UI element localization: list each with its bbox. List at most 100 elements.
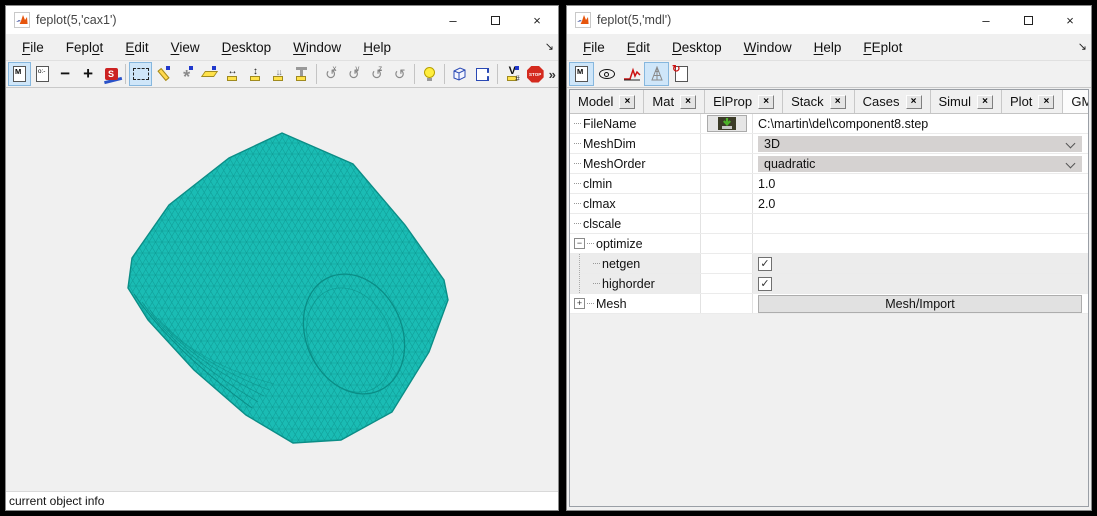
feplot-figure-window: feplot(5,'cax1') – × File Feplot Edit Vi… — [5, 5, 559, 511]
meshdim-dropdown[interactable]: 3D — [758, 136, 1082, 152]
status-bar: current object info — [6, 491, 558, 510]
refresh-model-button[interactable]: ↻ — [669, 62, 694, 86]
sdt-button[interactable]: S — [100, 62, 123, 86]
right-close-button[interactable]: × — [1049, 6, 1091, 34]
menu-view[interactable]: View — [163, 38, 208, 57]
tab-stack[interactable]: Stack× — [783, 90, 855, 113]
rotate-y-button[interactable]: y↺ — [342, 62, 365, 86]
response-plot-button[interactable] — [619, 62, 644, 86]
meshorder-dropdown[interactable]: quadratic — [758, 156, 1082, 172]
translate-vertical-button[interactable]: ↕ — [244, 62, 267, 86]
clmax-value[interactable]: 2.0 — [758, 197, 775, 211]
rotate-x-button[interactable]: x↺ — [320, 62, 343, 86]
close-tab-icon[interactable]: × — [619, 95, 635, 109]
lighting-button[interactable] — [418, 62, 441, 86]
select-region-button[interactable] — [129, 62, 152, 86]
tab-cases[interactable]: Cases× — [855, 90, 931, 113]
table-row-netgen: netgen ✓ — [570, 254, 1088, 274]
highorder-checkbox[interactable]: ✓ — [758, 277, 772, 291]
model-properties-button[interactable]: M — [8, 62, 31, 86]
tab-mat[interactable]: Mat× — [644, 90, 705, 113]
menu-help[interactable]: Help — [806, 38, 850, 57]
add-marker-button[interactable]: * — [175, 62, 198, 86]
properties-panel: Model× Mat× ElProp× Stack× Cases× Simul×… — [569, 89, 1089, 507]
right-maximize-button[interactable] — [1007, 6, 1049, 34]
expand-icon[interactable]: + — [574, 298, 585, 309]
orient-marker-button[interactable] — [198, 62, 221, 86]
object-info-button[interactable]: o:- — [31, 62, 54, 86]
close-tab-icon[interactable]: × — [977, 95, 993, 109]
collapse-icon[interactable]: − — [574, 238, 585, 249]
rotate-z-button[interactable]: z↺ — [365, 62, 388, 86]
clmin-value[interactable]: 1.0 — [758, 177, 775, 191]
import-file-icon — [718, 117, 736, 130]
tab-plot[interactable]: Plot× — [1002, 90, 1063, 113]
view-3d-button[interactable] — [448, 62, 471, 86]
right-minimize-button[interactable]: – — [965, 6, 1007, 34]
menu-window[interactable]: Window — [285, 38, 349, 57]
left-close-button[interactable]: × — [516, 6, 558, 34]
project-nodes-button[interactable]: ↓↓ — [267, 62, 290, 86]
left-toolbar: M o:- − + S * ↔ ↕ ↓↓ x↺ y↺ z↺ ↺ V# — [6, 60, 558, 88]
close-tab-icon[interactable]: × — [1038, 95, 1054, 109]
model-properties-button[interactable]: M — [569, 62, 594, 86]
menu-feplot[interactable]: Feplot — [58, 38, 112, 57]
dock-figure-icon[interactable]: ↘ — [545, 40, 554, 53]
menu-desktop[interactable]: Desktop — [214, 38, 280, 57]
left-maximize-button[interactable] — [474, 6, 516, 34]
mesh-view-button[interactable] — [644, 62, 669, 86]
zoom-in-button[interactable]: + — [77, 62, 100, 86]
close-tab-icon[interactable]: × — [758, 95, 774, 109]
property-label: optimize — [596, 237, 643, 251]
left-minimize-button[interactable]: – — [432, 6, 474, 34]
matlab-logo-icon — [575, 12, 591, 28]
menu-window[interactable]: Window — [736, 38, 800, 57]
property-label: clscale — [583, 217, 621, 231]
menu-feplot[interactable]: FEplot — [855, 38, 910, 57]
menu-file[interactable]: File — [575, 38, 613, 57]
translate-horizontal-button[interactable]: ↔ — [221, 62, 244, 86]
node-text-button[interactable]: V# — [501, 62, 524, 86]
browse-file-button[interactable] — [707, 115, 747, 132]
build-tool-button[interactable] — [290, 62, 313, 86]
stop-button[interactable]: STOP — [524, 62, 547, 86]
chevron-down-icon — [1066, 158, 1076, 168]
filename-value[interactable]: C:\martin\del\component8.step — [758, 117, 928, 131]
bulb-base — [427, 78, 432, 81]
left-title-bar[interactable]: feplot(5,'cax1') – × — [6, 6, 558, 34]
property-label: Mesh — [596, 297, 627, 311]
curve-icon — [623, 67, 641, 81]
tab-model[interactable]: Model× — [570, 90, 644, 113]
view-2d-button[interactable] — [471, 62, 494, 86]
property-label: MeshOrder — [583, 157, 646, 171]
tab-gmsh[interactable]: GMSH× — [1063, 90, 1089, 113]
table-row-optimize: −optimize — [570, 234, 1088, 254]
netgen-checkbox[interactable]: ✓ — [758, 257, 772, 271]
meshed-component — [128, 133, 448, 443]
table-row-highorder: highorder ✓ — [570, 274, 1088, 294]
zoom-out-button[interactable]: − — [54, 62, 77, 86]
dock-figure-icon[interactable]: ↘ — [1078, 40, 1087, 53]
menu-edit[interactable]: Edit — [117, 38, 156, 57]
mesh-import-button[interactable]: Mesh/Import — [758, 295, 1082, 313]
maximize-icon — [1024, 16, 1033, 25]
menu-edit[interactable]: Edit — [619, 38, 658, 57]
yellow-box-icon — [227, 76, 237, 81]
right-title-bar[interactable]: feplot(5,'mdl') – × — [567, 6, 1091, 34]
tab-simul[interactable]: Simul× — [931, 90, 1003, 113]
close-tab-icon[interactable]: × — [830, 95, 846, 109]
model-3d-viewport[interactable] — [6, 88, 558, 491]
cube-icon — [451, 66, 468, 83]
tab-elprop[interactable]: ElProp× — [705, 90, 783, 113]
menu-help[interactable]: Help — [355, 38, 399, 57]
desktop-background: feplot(5,'cax1') – × File Feplot Edit Vi… — [0, 0, 1097, 516]
menu-file[interactable]: File — [14, 38, 52, 57]
edit-node-button[interactable] — [152, 62, 175, 86]
close-tab-icon[interactable]: × — [680, 95, 696, 109]
rotate-free-button[interactable]: ↺ — [388, 62, 411, 86]
menu-desktop[interactable]: Desktop — [664, 38, 730, 57]
right-menu-bar: File Edit Desktop Window Help FEplot ↘ — [567, 34, 1091, 60]
close-tab-icon[interactable]: × — [906, 95, 922, 109]
view-button[interactable] — [594, 62, 619, 86]
toolbar-overflow-chevron[interactable]: » — [549, 67, 556, 82]
